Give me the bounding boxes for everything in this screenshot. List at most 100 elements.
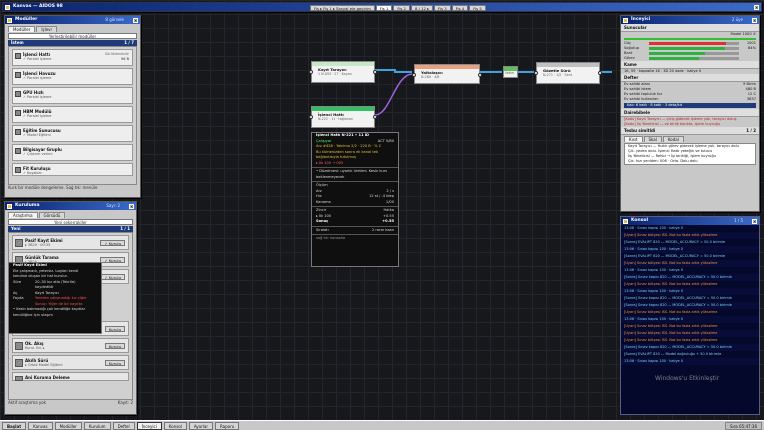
- daire-line: [Kodu] İiş Yöneticisi — ve birlik bankta…: [624, 122, 721, 126]
- install-button[interactable]: ✓ Kurulu: [100, 257, 125, 263]
- gpu-icon: [15, 91, 21, 97]
- tooltip-row-key: Sonuç: [316, 219, 329, 223]
- input-port-icon[interactable]: [534, 71, 538, 75]
- taskbar-item[interactable]: Raporu: [214, 421, 240, 430]
- taskbar-item[interactable]: Modüller: [54, 421, 82, 430]
- resource-bar-track: [649, 57, 739, 60]
- close-icon[interactable]: ×: [129, 203, 134, 209]
- tab-skal[interactable]: Skal: [643, 136, 662, 142]
- tab-islevr[interactable]: Işlevr: [36, 26, 58, 32]
- modules-titlebar[interactable]: Modüller 8 görsele ×: [5, 16, 140, 24]
- ctx-line: Çık. hızı yeniden: 006 · Orta. Dolu dolu: [628, 159, 698, 163]
- install-button[interactable]: Kurulu: [104, 326, 125, 332]
- node-iletim[interactable]: İletim: [503, 66, 518, 78]
- tooltip-row-key: Sıralatı: [316, 227, 329, 232]
- node-sub: N-221 · 11 · tağlanan: [318, 117, 353, 121]
- input-port-icon[interactable]: [309, 70, 313, 74]
- resource-bar-label: Görev: [624, 56, 635, 60]
- research-icon: [15, 239, 23, 247]
- node-title: İletim: [505, 71, 515, 75]
- node-sub: N-271 · 1/2 · Sent: [543, 73, 573, 77]
- taskbar-item[interactable]: Kurulum: [83, 421, 111, 430]
- tab-gorsudu[interactable]: Görsüdü: [38, 212, 66, 218]
- console-line: 13:06 · Sınav kapısı 100 · kalıye 0: [621, 288, 759, 295]
- taskbar-item[interactable]: Deftel: [112, 421, 135, 430]
- inspector-count: 2 üye: [731, 17, 743, 22]
- resource-bar-fill: [649, 47, 725, 50]
- queue-card[interactable]: Ok. Akış Kurul. Ed. ▸ Kurulu: [12, 338, 129, 353]
- module-card[interactable]: Bilgisayar Gruplu ✓ Çıkarım verimi: [12, 144, 133, 161]
- queue-titlebar[interactable]: Kuruluma Sayı: 2 ×: [5, 202, 136, 210]
- console-line: [Uyarı] Sınav bütçesi ISS. Not bu fazla …: [624, 282, 718, 286]
- tab-arastirma[interactable]: Araştırma: [8, 212, 38, 218]
- inspector-icon: [623, 17, 628, 23]
- resource-bar-fill: [649, 57, 699, 60]
- console-line: [Uyarı] Sınav bütçesi ISS. Not bu fazla …: [621, 260, 759, 267]
- console-line: [Sonra] Sınav kapısı 820 — MODEL_ACCURAC…: [621, 344, 759, 351]
- taskbar-item[interactable]: İnceyici: [136, 421, 162, 430]
- tooltip-desc: beklenmeyecek: [316, 174, 345, 179]
- resource-bar-track: [649, 47, 739, 50]
- node-gozetle-suru[interactable]: Gözetle Sürü N-271 · 1/2 · Sent: [534, 62, 602, 84]
- output-port-icon[interactable]: [478, 73, 482, 77]
- install-button[interactable]: ✓ Kurulu: [100, 274, 125, 280]
- tab-modules[interactable]: Modüller: [8, 26, 36, 32]
- tooltip-row-val: 2 rarar kaan: [371, 227, 394, 232]
- console-line: [Uyarı] Sınav bütçesi ISS. Not bu fazla …: [621, 330, 759, 337]
- console-log[interactable]: 13:06 · Sınav kapısı 100 · kalıye 0 [Uyar…: [621, 225, 759, 365]
- kame-sub: 16, 59 · kapasite 16 · 3D 20 dzde · kali…: [624, 69, 702, 73]
- close-icon[interactable]: ×: [133, 17, 138, 23]
- install-button[interactable]: Kurulu: [104, 360, 125, 366]
- install-button[interactable]: Kurulu: [104, 343, 125, 349]
- input-port-icon[interactable]: [309, 115, 313, 119]
- module-card[interactable]: GPU Hızlı ✓ Paralel işleme: [12, 87, 133, 104]
- console-titlebar[interactable]: Konsol 1 / 5 ×: [621, 217, 759, 225]
- queue-count: Sayı: 2: [106, 203, 120, 208]
- modules-status: Kurk bir modüle dengeleme. Sağ tık: menü…: [8, 185, 98, 190]
- modules-count: 8 görsele: [105, 17, 124, 22]
- queue-card[interactable]: Pasif Kayıt Ekimi ▸ 3B20 · 00:35 ✓ Kurulu: [12, 235, 129, 250]
- console-icon: [623, 218, 628, 224]
- node-islenci-hatti[interactable]: İşlenci Hattı N-221 · 11 · tağlanan: [309, 106, 377, 128]
- taskbar-item[interactable]: Kanvas: [28, 421, 53, 430]
- console-line: [Uyarı] Sınav bütçesi ISS. Not bu fazla …: [624, 310, 718, 314]
- modules-search[interactable]: Yerleştirilebilir modüller: [8, 33, 137, 39]
- close-icon[interactable]: ×: [752, 218, 757, 224]
- resource-bar-track: [649, 52, 739, 55]
- module-card[interactable]: İşlenci Hattı ✓ Paralel işleme Sürüklenebi…: [12, 49, 133, 66]
- node-yaltalasici[interactable]: Yaltalaşıcı N-280 · 4/8: [412, 64, 482, 84]
- queue-card[interactable]: Akıllı Sürü ▸ Ortak Model Eğitimi Kurulu: [12, 355, 129, 370]
- module-card[interactable]: Fit Kuruluşu ✓ Kuşaklar: [12, 163, 133, 176]
- taskbar-item[interactable]: Ayarlar: [188, 421, 213, 430]
- input-port-icon[interactable]: [412, 73, 416, 77]
- tab-kisit[interactable]: Kısıt: [624, 136, 643, 142]
- setup-icon: [15, 167, 21, 173]
- module-card[interactable]: HBM Modülü ✓ Paralel işleme: [12, 106, 133, 123]
- research-icon: [15, 376, 23, 381]
- close-icon[interactable]: ×: [752, 17, 757, 23]
- output-port-icon[interactable]: [373, 70, 377, 74]
- kv-val: 3637: [746, 97, 756, 101]
- inspector-title: İnceyici: [631, 17, 651, 22]
- modules-window: Modüller 8 görsele × Modüller Işlevr Yerle…: [4, 15, 141, 198]
- output-port-icon[interactable]: [373, 115, 377, 119]
- modules-title: Modüller: [15, 17, 38, 22]
- start-button[interactable]: Başlat: [2, 421, 27, 430]
- queue-search[interactable]: Yeni şekerrakller: [8, 219, 133, 225]
- install-button[interactable]: ✓ Kurulu: [100, 240, 125, 246]
- queue-card[interactable]: Ani Kuruma Deleme: [12, 372, 129, 381]
- console-line: [Uyarı] Sınav bütçesi ISS. Not bu fazla …: [624, 324, 718, 328]
- output-port-icon[interactable]: [598, 71, 602, 75]
- taskbar-item[interactable]: Konsol: [163, 421, 187, 430]
- console-line: 13:06 · Sınav kapısı 100 · kalıye 0: [621, 246, 759, 253]
- tooltip-footer: sağ tık: konsolla: [316, 236, 346, 240]
- kv-key: Ev sahibi kullanılan: [624, 97, 659, 101]
- memory-icon: [15, 110, 21, 116]
- inspector-titlebar[interactable]: İnceyici 2 üye ×: [621, 16, 759, 24]
- inspector-window: İnceyici 2 üye × Sunucular Model 1000 ① Gü…: [620, 15, 760, 212]
- module-card[interactable]: Eğitim Sunucusu ✓ Model Eğitimi: [12, 125, 133, 142]
- pool-icon: [15, 72, 21, 78]
- tab-kodal[interactable]: Kodal: [662, 136, 684, 142]
- node-kayit-tarayici[interactable]: Kayıt Tarayıcı 1 N-093 · 27 · Kayan: [309, 61, 377, 83]
- module-card[interactable]: İşlenci Havuzu ✓ Paralel işleme: [12, 68, 133, 85]
